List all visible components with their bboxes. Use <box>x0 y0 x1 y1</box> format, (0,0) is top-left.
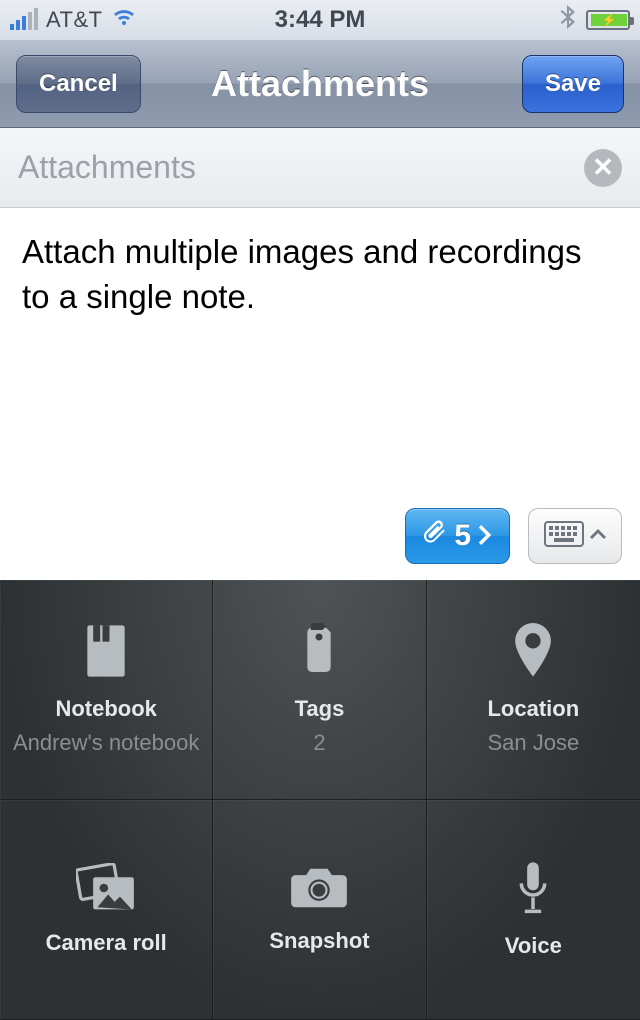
tags-cell[interactable]: Tags 2 <box>213 580 426 800</box>
note-body[interactable]: Attach multiple images and recordings to… <box>0 208 640 508</box>
tags-sub: 2 <box>313 730 325 756</box>
location-sub: San Jose <box>487 730 579 756</box>
location-pin-icon <box>511 623 555 684</box>
close-icon: ✕ <box>592 152 614 183</box>
bluetooth-icon <box>560 5 576 35</box>
save-button-label: Save <box>545 70 601 98</box>
snapshot-cell[interactable]: Snapshot <box>213 800 426 1020</box>
nav-bar: Cancel Attachments Save <box>0 40 640 128</box>
status-bar: AT&T 3:44 PM ⚡ <box>0 0 640 40</box>
tag-icon <box>295 623 343 684</box>
notebook-icon <box>82 623 130 684</box>
camera-roll-title: Camera roll <box>46 930 167 956</box>
notebook-title: Notebook <box>55 696 156 722</box>
camera-roll-cell[interactable]: Camera roll <box>0 800 213 1020</box>
cancel-button-label: Cancel <box>39 70 118 98</box>
title-row: ✕ <box>0 128 640 208</box>
page-title: Attachments <box>211 63 429 105</box>
voice-title: Voice <box>505 933 562 959</box>
attach-count: 5 <box>454 519 471 553</box>
camera-roll-icon <box>76 863 136 918</box>
voice-cell[interactable]: Voice <box>427 800 640 1020</box>
attachments-button[interactable]: 5 <box>405 508 510 564</box>
clear-title-button[interactable]: ✕ <box>584 149 622 187</box>
status-time: 3:44 PM <box>275 6 366 34</box>
snapshot-title: Snapshot <box>269 928 369 954</box>
location-title: Location <box>487 696 579 722</box>
notebook-cell[interactable]: Notebook Andrew's notebook <box>0 580 213 800</box>
title-input[interactable] <box>18 149 572 186</box>
microphone-icon <box>515 860 551 921</box>
wifi-icon <box>111 7 137 33</box>
notebook-sub: Andrew's notebook <box>13 730 199 756</box>
paperclip-icon <box>422 519 448 553</box>
location-cell[interactable]: Location San Jose <box>427 580 640 800</box>
keyboard-button[interactable] <box>528 508 622 564</box>
cancel-button[interactable]: Cancel <box>16 55 141 113</box>
chevron-right-icon <box>477 519 493 553</box>
signal-icon <box>10 10 38 30</box>
carrier-label: AT&T <box>46 7 103 33</box>
chevron-up-icon <box>590 527 606 545</box>
battery-icon: ⚡ <box>586 10 630 30</box>
camera-icon <box>289 865 349 916</box>
tool-row: 5 <box>0 508 640 580</box>
keyboard-icon <box>544 521 584 552</box>
options-grid: Notebook Andrew's notebook Tags 2 Locati… <box>0 580 640 1020</box>
save-button[interactable]: Save <box>522 55 624 113</box>
tags-title: Tags <box>295 696 345 722</box>
